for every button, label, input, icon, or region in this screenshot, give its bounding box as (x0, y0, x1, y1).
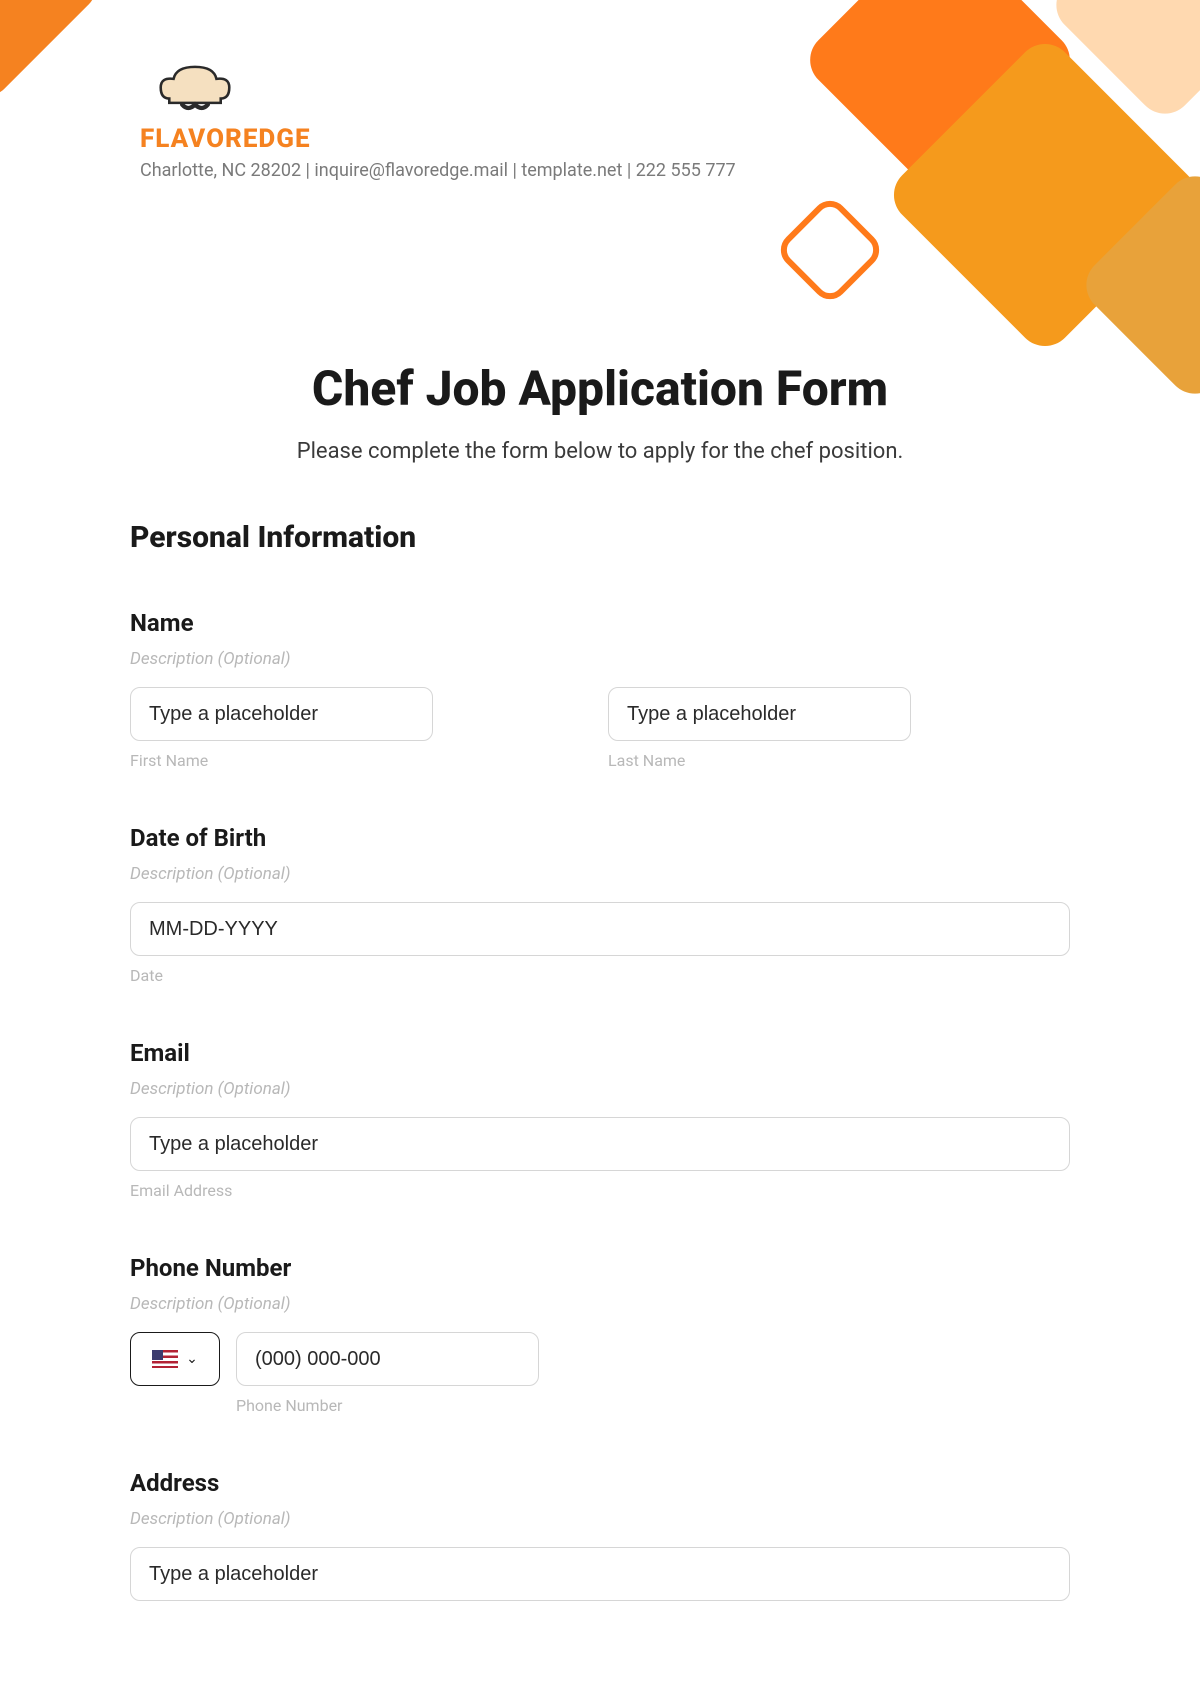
contact-line: Charlotte, NC 28202 | inquire@flavoredge… (140, 160, 736, 181)
label-name: Name (130, 609, 1070, 637)
decor-shape (0, 0, 103, 103)
desc-phone: Description (Optional) (130, 1294, 1070, 1314)
address-input[interactable] (130, 1547, 1070, 1601)
label-email: Email (130, 1039, 1070, 1067)
brand-name: FLAVOREDGE (140, 124, 311, 154)
form-container: Chef Job Application Form Please complet… (130, 360, 1070, 1601)
field-email: Email Description (Optional) Email Addre… (130, 1039, 1070, 1200)
sublabel-email: Email Address (130, 1181, 1070, 1200)
form-title: Chef Job Application Form (130, 360, 1070, 417)
field-address: Address Description (Optional) (130, 1469, 1070, 1601)
label-phone: Phone Number (130, 1254, 1070, 1282)
label-address: Address (130, 1469, 1070, 1497)
desc-address: Description (Optional) (130, 1509, 1070, 1529)
first-name-input[interactable] (130, 687, 433, 741)
label-dob: Date of Birth (130, 824, 1070, 852)
field-phone: Phone Number Description (Optional) ⌄ Ph… (130, 1254, 1070, 1415)
phone-input[interactable] (236, 1332, 539, 1386)
desc-dob: Description (Optional) (130, 864, 1070, 884)
sublabel-dob: Date (130, 966, 1070, 985)
decor-shape (773, 193, 886, 306)
desc-name: Description (Optional) (130, 649, 1070, 669)
chef-hat-icon (150, 60, 240, 120)
logo: FLAVOREDGE (140, 60, 736, 154)
dob-input[interactable] (130, 902, 1070, 956)
email-input[interactable] (130, 1117, 1070, 1171)
form-subtitle: Please complete the form below to apply … (130, 439, 1070, 464)
chevron-down-icon: ⌄ (186, 1351, 198, 1367)
section-heading-personal: Personal Information (130, 520, 1070, 555)
country-code-selector[interactable]: ⌄ (130, 1332, 220, 1386)
sublabel-last-name: Last Name (608, 751, 1070, 770)
letterhead: FLAVOREDGE Charlotte, NC 28202 | inquire… (140, 60, 736, 181)
field-dob: Date of Birth Description (Optional) Dat… (130, 824, 1070, 985)
field-name: Name Description (Optional) First Name L… (130, 609, 1070, 770)
last-name-input[interactable] (608, 687, 911, 741)
flag-us-icon (152, 1350, 178, 1368)
sublabel-first-name: First Name (130, 751, 592, 770)
desc-email: Description (Optional) (130, 1079, 1070, 1099)
sublabel-phone: Phone Number (236, 1396, 1070, 1415)
